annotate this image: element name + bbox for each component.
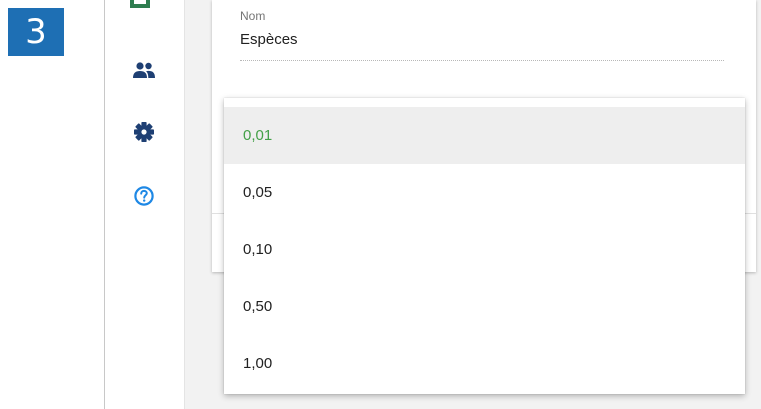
dropdown-option-0-10[interactable]: 0,10 — [224, 221, 745, 278]
dropdown-option-1-00[interactable]: 1,00 — [224, 335, 745, 392]
dropdown-option-0-05[interactable]: 0,05 — [224, 164, 745, 221]
name-field-label: Nom — [240, 9, 266, 23]
gear-icon[interactable] — [129, 117, 159, 147]
denomination-dropdown-menu: 0,01 0,05 0,10 0,50 1,00 — [224, 98, 745, 394]
step-number-badge: 3 — [8, 8, 64, 56]
sidebar-item-partial-icon[interactable] — [130, 0, 150, 8]
people-icon[interactable] — [129, 55, 159, 85]
name-field-value[interactable]: Espèces — [240, 31, 298, 48]
dropdown-option-0-01[interactable]: 0,01 — [224, 107, 745, 164]
help-icon[interactable] — [129, 181, 159, 211]
sidebar — [105, 0, 185, 409]
name-field-underline — [240, 60, 724, 61]
dropdown-option-0-50[interactable]: 0,50 — [224, 278, 745, 335]
